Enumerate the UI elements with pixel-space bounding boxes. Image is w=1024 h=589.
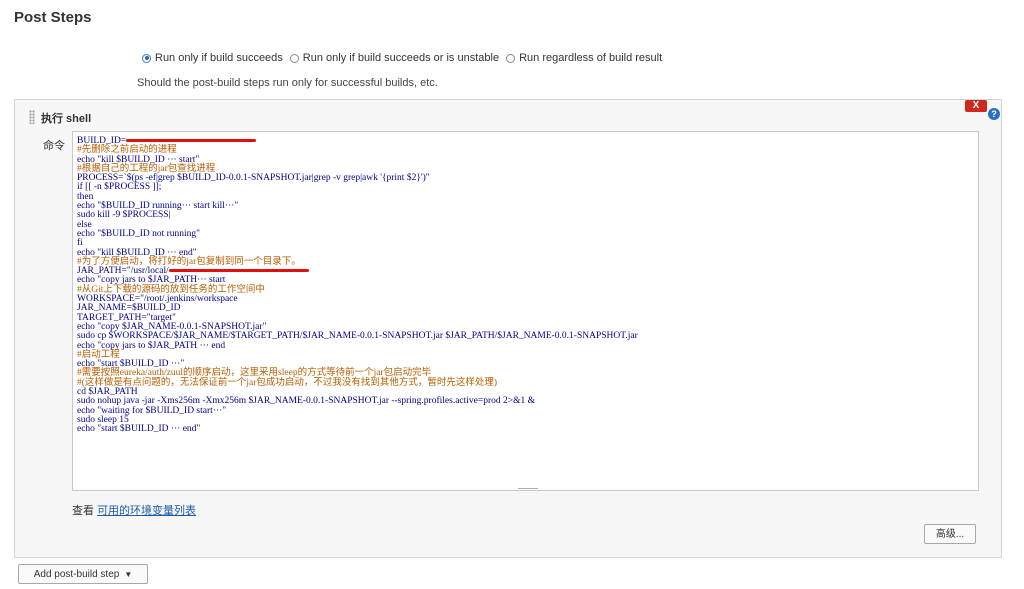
delete-step-button[interactable]: X	[965, 100, 987, 112]
command-text: BUILD_ID= #先删除之前启动的进程 echo "kill $BUILD_ID…	[77, 136, 638, 435]
add-step-label: Add post-build step	[33, 568, 120, 580]
command-line: echo "waiting for $BUILD_ID start···"	[77, 406, 638, 416]
command-line: #(这样做是有点问题的，无法保证前一个jar包成功启动，不过我没有找到其他方式，…	[77, 377, 638, 388]
advanced-button[interactable]: 高级...	[924, 524, 976, 544]
command-line: echo "start $BUILD_ID ··· end"	[77, 424, 638, 435]
command-line: sudo kill -9 $PROCESS|	[77, 211, 638, 221]
drag-handle-icon[interactable]	[29, 110, 35, 124]
env-prefix: 查看	[72, 505, 94, 517]
execute-shell-step: 执行 shell X ? 命令 BUILD_ID= #先删除之前启动的进程 echo…	[14, 99, 1002, 558]
command-line-text: #(这样做是有点问题的，无法保证前一个jar包成功启动，不过我没有找到其他方式，…	[77, 377, 498, 388]
command-line: echo "$BUILD_ID not running"	[77, 228, 638, 239]
step-title: 执行 shell	[41, 113, 92, 125]
radio-button[interactable]	[506, 53, 516, 63]
command-line-text: echo "start $BUILD_ID ··· end"	[77, 424, 201, 435]
command-line: echo "copy jars to $JAR_PATH ··· end	[77, 341, 638, 351]
help-icon[interactable]: ?	[988, 108, 1000, 120]
command-line: if [[ -n $PROCESS ]];	[77, 183, 638, 193]
chevron-down-icon: ▼	[124, 569, 133, 579]
radio-succeeds-or-unstable[interactable]: Run only if build succeeds or is unstabl…	[289, 52, 500, 64]
resize-grip-icon[interactable]	[518, 488, 538, 490]
radio-label: Run only if build succeeds or is unstabl…	[302, 52, 500, 64]
radio-label: Run only if build succeeds	[155, 52, 283, 64]
radio-button[interactable]	[289, 53, 299, 63]
radio-label: Run regardless of build result	[519, 52, 663, 64]
page-title: Post Steps	[14, 9, 92, 26]
env-vars-row: 查看 可用的环境变量列表	[72, 502, 196, 518]
env-vars-link[interactable]: 可用的环境变量列表	[97, 505, 196, 517]
redaction-mark	[168, 269, 309, 273]
redaction-mark	[126, 139, 257, 143]
radio-regardless[interactable]: Run regardless of build result	[506, 52, 662, 64]
command-line-text: echo "$BUILD_ID not running"	[77, 228, 201, 239]
radio-button[interactable]	[142, 53, 151, 63]
command-textarea[interactable]: BUILD_ID= #先删除之前启动的进程 echo "kill $BUILD_ID…	[72, 131, 979, 491]
run-condition-hint: Should the post-build steps run only for…	[137, 77, 438, 89]
run-condition-options: Run only if build succeeds Run only if b…	[142, 52, 669, 64]
radio-build-succeeds[interactable]: Run only if build succeeds	[142, 52, 283, 64]
command-label: 命令	[43, 140, 65, 152]
add-post-build-step-button[interactable]: Add post-build step ▼	[18, 564, 148, 584]
